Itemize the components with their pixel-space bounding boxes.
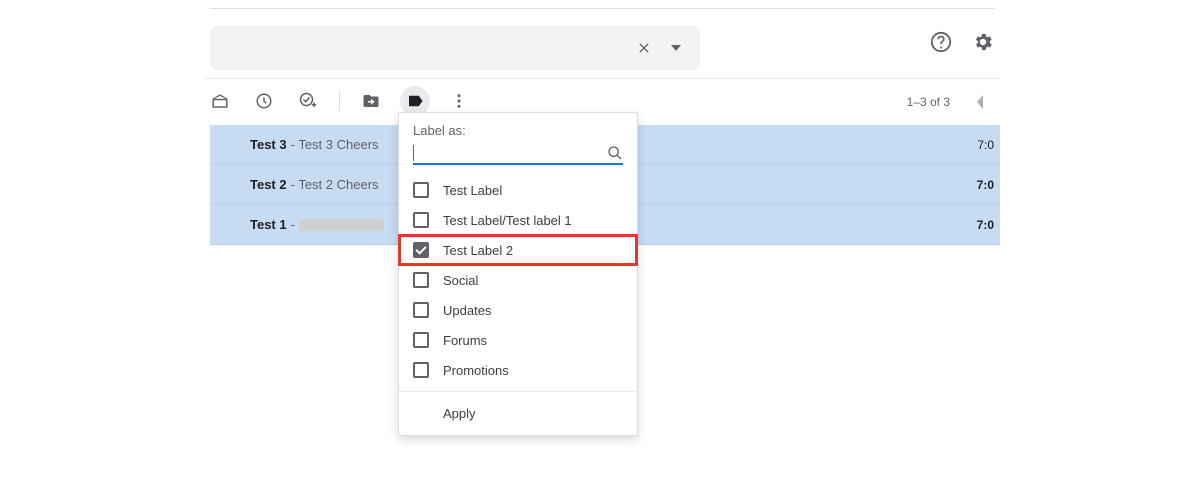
- more-vert-icon: [450, 92, 468, 110]
- label-option[interactable]: Test Label 2: [399, 235, 637, 265]
- gear-icon: [972, 31, 994, 53]
- pagination-text: 1–3 of 3: [907, 95, 950, 109]
- checkbox[interactable]: [413, 242, 429, 258]
- text-cursor: [413, 145, 414, 161]
- apply-button[interactable]: Apply: [399, 392, 637, 435]
- archive-button[interactable]: [205, 86, 235, 116]
- label-option[interactable]: Promotions: [399, 355, 637, 385]
- checkbox[interactable]: [413, 182, 429, 198]
- archive-icon: [211, 92, 229, 110]
- email-time: 7:0: [977, 218, 994, 232]
- snooze-button[interactable]: [249, 86, 279, 116]
- caret-down-icon: [671, 43, 681, 53]
- checkbox[interactable]: [413, 362, 429, 378]
- email-subject: Test 3: [250, 137, 287, 152]
- label-popup: Label as: Test Label Test Label/Test labe…: [398, 112, 638, 436]
- checkbox[interactable]: [413, 272, 429, 288]
- label-option[interactable]: Forums: [399, 325, 637, 355]
- label-popup-title: Label as:: [399, 123, 637, 144]
- label-option-text: Test Label/Test label 1: [443, 213, 572, 228]
- help-icon: [930, 31, 952, 53]
- label-option[interactable]: Social: [399, 265, 637, 295]
- checkbox[interactable]: [413, 332, 429, 348]
- search-icon: [607, 145, 623, 161]
- top-divider: [210, 8, 995, 9]
- toolbar-divider: [205, 78, 1000, 79]
- email-subject: Test 2: [250, 177, 287, 192]
- search-bar[interactable]: [210, 26, 700, 70]
- email-snippet: - Test 3 Cheers: [291, 137, 379, 152]
- folder-move-icon: [362, 92, 380, 110]
- label-option-text: Promotions: [443, 363, 509, 378]
- label-option-text: Test Label 2: [443, 243, 513, 258]
- label-option-text: Updates: [443, 303, 491, 318]
- redacted-text: [299, 219, 384, 231]
- label-option[interactable]: Test Label/Test label 1: [399, 205, 637, 235]
- email-snippet: - Test 2 Cheers: [291, 177, 379, 192]
- add-to-tasks-button[interactable]: [293, 86, 323, 116]
- label-icon: [406, 92, 424, 110]
- checkbox[interactable]: [413, 302, 429, 318]
- clock-icon: [255, 92, 273, 110]
- clear-search-button[interactable]: [628, 32, 660, 64]
- email-subject: Test 1: [250, 217, 287, 232]
- checkbox[interactable]: [413, 212, 429, 228]
- label-option-text: Forums: [443, 333, 487, 348]
- label-option[interactable]: Test Label: [399, 175, 637, 205]
- chevron-left-icon: [975, 95, 985, 109]
- search-options-button[interactable]: [660, 32, 692, 64]
- task-add-icon: [299, 92, 317, 110]
- label-option-text: Test Label: [443, 183, 502, 198]
- label-option-text: Social: [443, 273, 478, 288]
- label-search-input[interactable]: [418, 144, 607, 161]
- prev-page-button[interactable]: [970, 92, 990, 112]
- toolbar-separator: [339, 91, 340, 111]
- label-option[interactable]: Updates: [399, 295, 637, 325]
- label-search-row[interactable]: [413, 144, 623, 165]
- help-button[interactable]: [929, 30, 953, 54]
- move-to-button[interactable]: [356, 86, 386, 116]
- email-time: 7:0: [977, 138, 994, 152]
- pagination: 1–3 of 3: [907, 92, 990, 112]
- email-snippet: -: [291, 217, 295, 232]
- email-time: 7:0: [977, 178, 994, 192]
- settings-button[interactable]: [971, 30, 995, 54]
- close-icon: [636, 40, 652, 56]
